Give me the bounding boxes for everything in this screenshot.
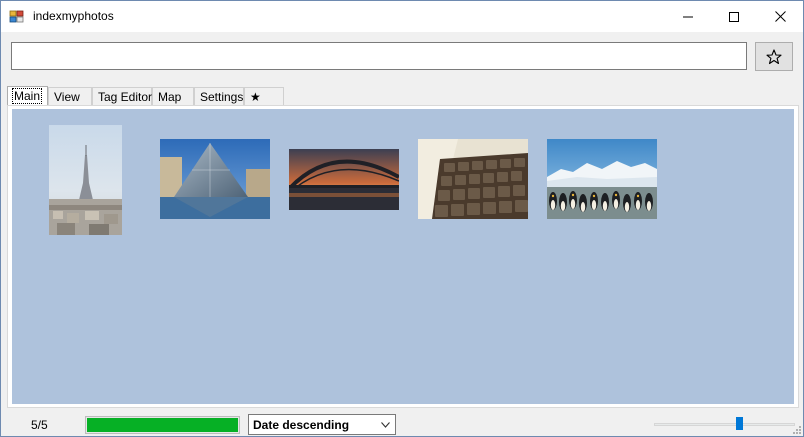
- photo-thumbnail-harbour-bridge[interactable]: [289, 149, 399, 210]
- photo-thumbnail-keyboard[interactable]: [418, 139, 528, 219]
- close-button[interactable]: [757, 1, 803, 32]
- app-icon: [9, 9, 25, 25]
- chevron-down-icon: [381, 422, 390, 428]
- tab-main[interactable]: Main: [7, 86, 48, 105]
- sort-order-dropdown[interactable]: Date descending: [248, 414, 396, 435]
- tab-view[interactable]: View: [48, 87, 92, 105]
- minimize-button[interactable]: [665, 1, 711, 32]
- maximize-button[interactable]: [711, 1, 757, 32]
- minimize-icon: [683, 16, 693, 17]
- window-title: indexmyphotos: [33, 9, 114, 23]
- photo-thumbnail-louvre-pyramid[interactable]: [160, 139, 270, 219]
- status-bar: 5/5 Date descending: [1, 410, 803, 436]
- favorite-button[interactable]: [755, 42, 793, 71]
- zoom-slider-track[interactable]: [654, 423, 795, 426]
- tab-tag-editor[interactable]: Tag Editor: [92, 87, 152, 105]
- zoom-slider-thumb[interactable]: [736, 417, 743, 430]
- photo-count: 5/5: [31, 418, 48, 432]
- tab-favorites[interactable]: ★: [244, 87, 284, 105]
- progress-bar: [85, 416, 240, 434]
- app-window: indexmyphotos Main View Tag Editor Map S…: [0, 0, 804, 437]
- resize-grip-icon[interactable]: [791, 424, 801, 434]
- photo-grid[interactable]: [12, 109, 794, 404]
- tab-map[interactable]: Map: [152, 87, 194, 105]
- close-icon: [774, 11, 786, 22]
- progress-fill: [87, 418, 238, 432]
- title-bar[interactable]: indexmyphotos: [1, 1, 803, 32]
- photo-thumbnail-penguins[interactable]: [547, 139, 657, 219]
- search-input[interactable]: [11, 42, 747, 70]
- sort-order-value: Date descending: [253, 418, 350, 432]
- tab-settings[interactable]: Settings: [194, 87, 244, 105]
- photo-thumbnail-eiffel-tower[interactable]: [49, 125, 122, 235]
- maximize-icon: [729, 11, 739, 22]
- star-outline-icon: [766, 48, 782, 64]
